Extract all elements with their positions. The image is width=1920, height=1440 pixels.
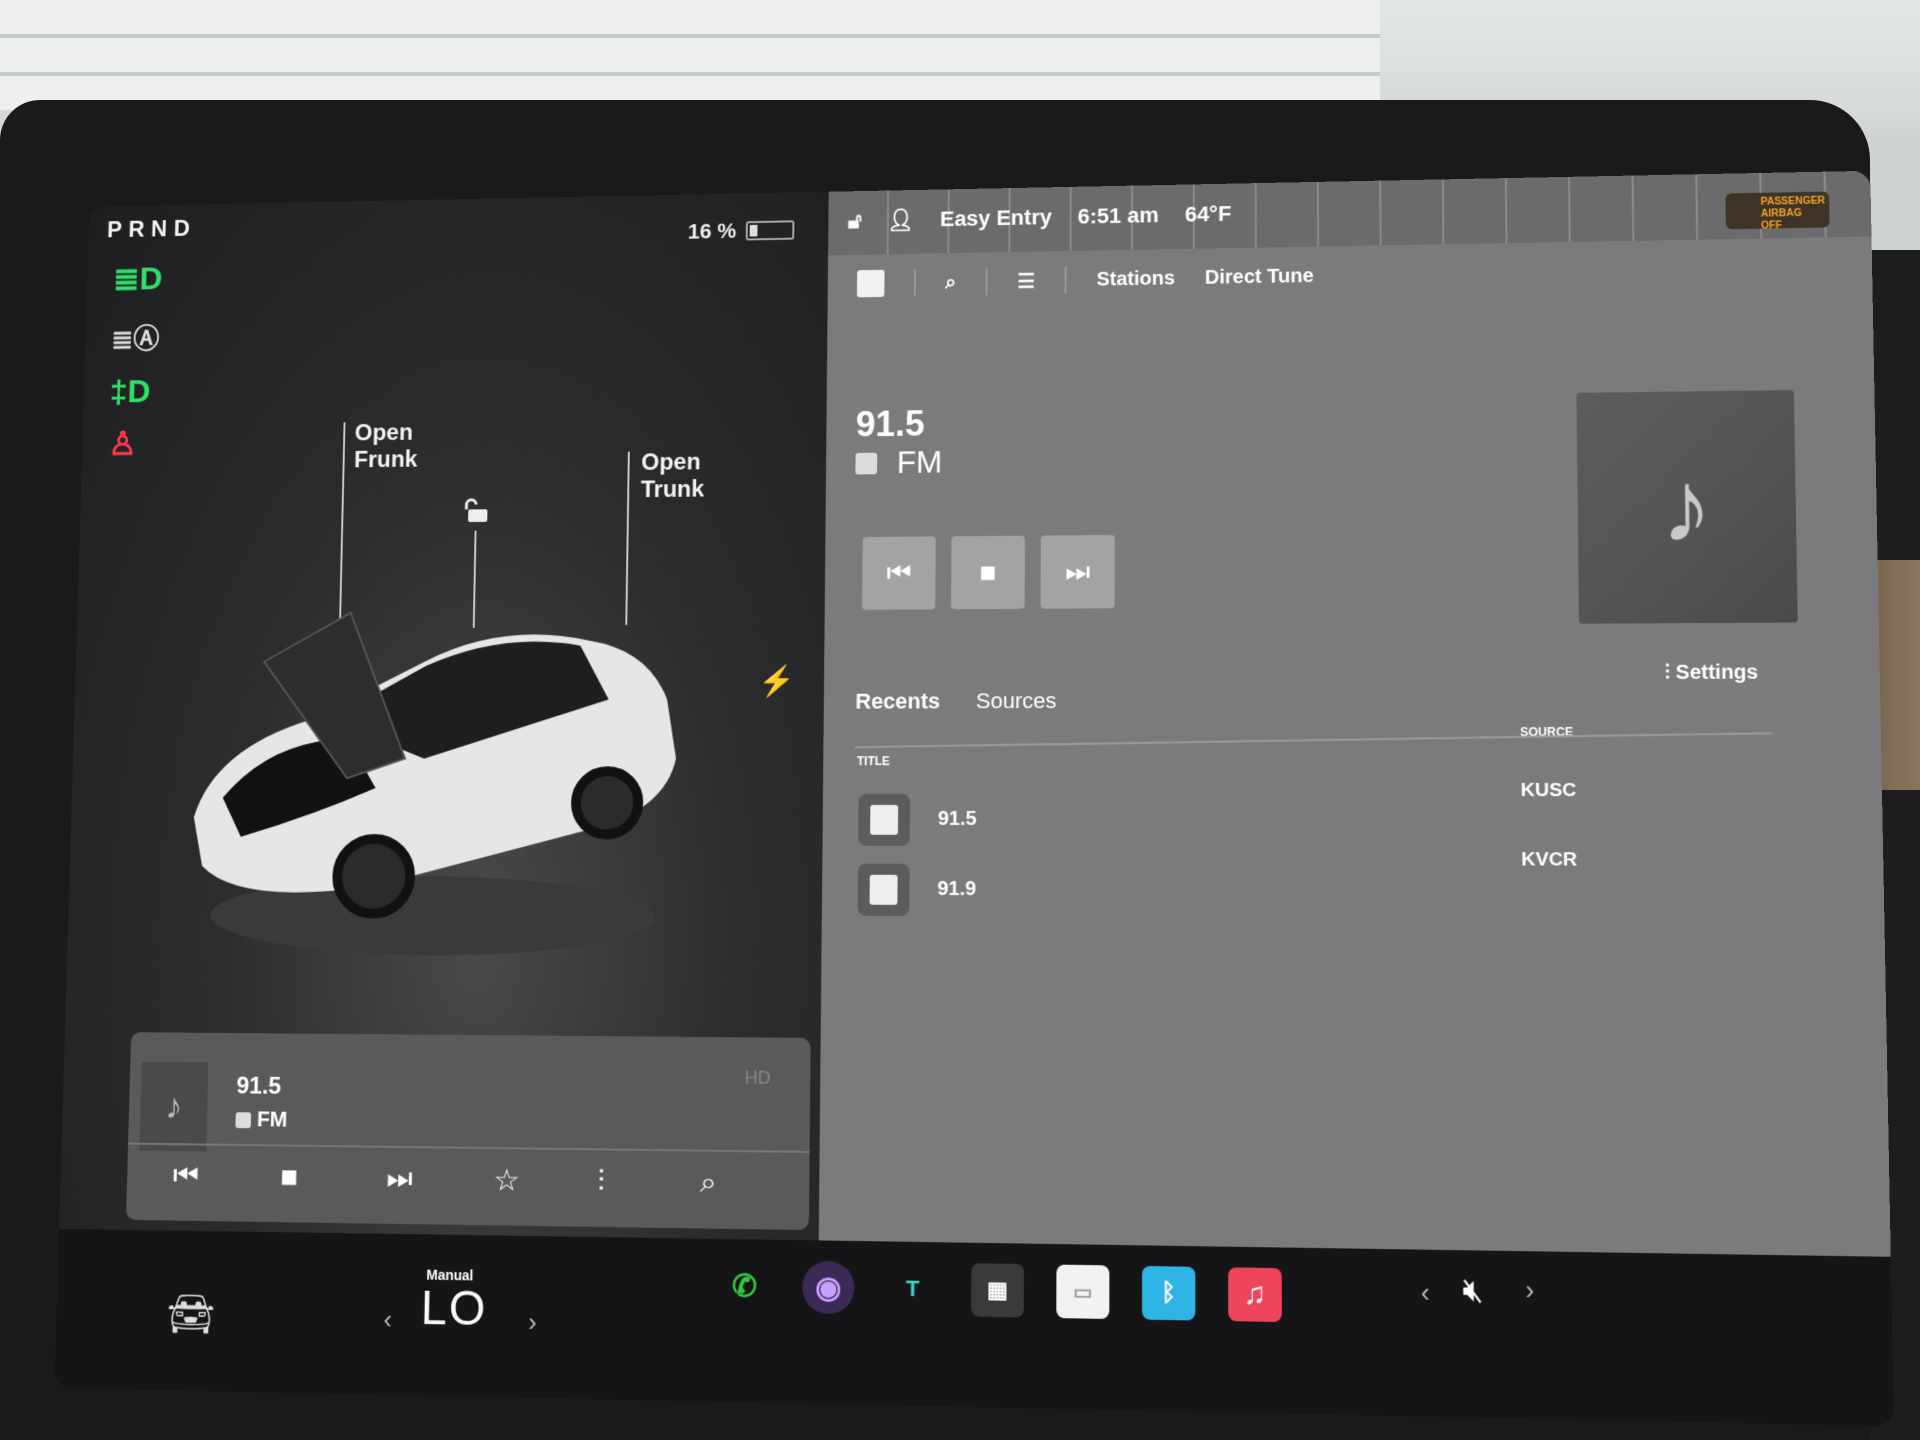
window-blind (0, 0, 1380, 110)
apps-icon[interactable]: ▦ (971, 1263, 1024, 1317)
mini-player-band: FM (235, 1106, 287, 1132)
temperature-setting[interactable]: LO (420, 1281, 488, 1338)
equalizer-icon[interactable]: ⫶ (597, 1164, 605, 1198)
battery-indicator: 16 % (688, 217, 795, 244)
now-playing-frequency: 91.5 (856, 403, 925, 445)
volume-up-arrow[interactable]: › (1525, 1274, 1534, 1307)
lock-status-icon[interactable]: 🔓︎ (848, 208, 862, 233)
settings-sliders-icon: ⫶ (1665, 662, 1671, 684)
bluetooth-icon[interactable]: ᛒ (1142, 1266, 1195, 1321)
gear-indicator: PRND (107, 216, 197, 244)
open-trunk-button[interactable]: Open Trunk (641, 449, 705, 504)
previous-station-button[interactable]: ⏮ (862, 536, 936, 609)
tab-recents[interactable]: Recents (855, 689, 940, 715)
search-icon[interactable]: ⌕ (945, 271, 956, 294)
temp-up-arrow[interactable]: › (528, 1307, 537, 1339)
next-station-button[interactable]: ⏭ (1041, 535, 1115, 609)
table-row[interactable]: 91.5 KUSC (858, 794, 1778, 852)
open-trunk-line1: Open (641, 449, 705, 477)
temp-down-arrow[interactable]: ‹ (383, 1304, 392, 1335)
car-icon[interactable]: 🚘︎ (166, 1290, 216, 1338)
phone-icon[interactable]: ✆ (718, 1259, 770, 1313)
tab-sources[interactable]: Sources (976, 688, 1057, 714)
outside-temperature: 64°F (1185, 201, 1232, 227)
station-icon (858, 864, 910, 916)
favorite-star-icon[interactable]: ☆ (493, 1163, 520, 1198)
open-trunk-line2: Trunk (641, 476, 705, 504)
radio-icon (855, 452, 877, 474)
radio-icon (235, 1112, 251, 1128)
battery-icon (746, 220, 795, 240)
profile-name[interactable]: Easy Entry (940, 205, 1052, 232)
album-art: ♪ (1576, 390, 1797, 624)
open-frunk-line2: Frunk (354, 446, 418, 474)
now-playing-band: FM (855, 444, 942, 481)
stop-button[interactable]: ■ (951, 536, 1025, 610)
radio-source-icon[interactable] (857, 270, 885, 298)
clock: 6:51 am (1078, 203, 1159, 230)
mini-media-player: ♪ 91.5 FM HD ⏮ ■ ⏭ ☆ ⫶ ⌕ (126, 1032, 811, 1230)
row-title: 91.5 (938, 808, 977, 831)
now-playing-band-label: FM (897, 444, 943, 481)
settings-button[interactable]: ⫶ Settings (1665, 661, 1759, 685)
queue-icon[interactable]: ☰ (1017, 269, 1035, 294)
hd-radio-icon: HD (745, 1068, 771, 1089)
headlight-icon: ≣D (113, 260, 163, 299)
toybox-icon[interactable]: T (886, 1262, 939, 1316)
battery-percent: 16 % (688, 219, 737, 245)
camera-icon[interactable]: ◉ (802, 1261, 855, 1315)
toolbar-divider (986, 268, 988, 295)
mini-player-divider (128, 1143, 810, 1153)
media-tabs: Recents Sources (855, 688, 1056, 714)
auto-headlight-icon: ≣Ⓐ (111, 318, 160, 357)
lock-icon[interactable] (462, 498, 489, 523)
radio-icon[interactable]: ▭ (1056, 1265, 1109, 1319)
airbag-status: PASSENGER AIRBAG OFF (1725, 191, 1829, 229)
station-icon (858, 794, 910, 846)
mini-player-frequency: 91.5 (236, 1073, 281, 1101)
stop-button[interactable]: ■ (280, 1160, 298, 1194)
table-row[interactable]: 91.9 KVCR (858, 864, 1780, 924)
bolt-icon[interactable]: ⚡ (758, 664, 795, 699)
battery-fill (750, 225, 757, 237)
previous-button[interactable]: ⏮ (173, 1159, 200, 1193)
open-frunk-button[interactable]: Open Frunk (354, 419, 418, 474)
row-title: 91.9 (937, 878, 976, 901)
car-model-image (181, 591, 688, 967)
touchscreen: PRND 16 % ≣D ≣Ⓐ ‡D ♙ Open Frunk Open Tru… (54, 171, 1894, 1427)
fog-light-icon: ‡D (109, 373, 151, 411)
toolbar-divider (914, 269, 916, 296)
column-header-title: TITLE (857, 754, 890, 768)
car-panel: PRND 16 % ≣D ≣Ⓐ ‡D ♙ Open Frunk Open Tru… (59, 192, 829, 1241)
music-note-icon: ♪ (139, 1062, 208, 1152)
seatbelt-icon: ♙ (108, 425, 138, 463)
next-button[interactable]: ⏭ (386, 1162, 413, 1196)
row-source: KVCR (1521, 849, 1577, 872)
toolbar-divider (1065, 267, 1067, 294)
settings-label: Settings (1676, 661, 1759, 684)
search-icon[interactable]: ⌕ (700, 1166, 717, 1201)
volume-down-arrow[interactable]: ‹ (1421, 1277, 1430, 1309)
direct-tune-tab[interactable]: Direct Tune (1205, 265, 1314, 289)
mini-player-band-label: FM (257, 1106, 288, 1131)
stations-tab[interactable]: Stations (1096, 267, 1175, 291)
music-icon[interactable]: ♫ (1228, 1267, 1282, 1322)
row-source: KUSC (1521, 780, 1577, 802)
profile-icon[interactable]: 👤︎ (887, 207, 915, 233)
mute-icon[interactable]: 🔇︎ (1462, 1271, 1483, 1311)
open-frunk-line1: Open (354, 419, 418, 447)
music-note-icon: ♪ (1660, 449, 1714, 565)
